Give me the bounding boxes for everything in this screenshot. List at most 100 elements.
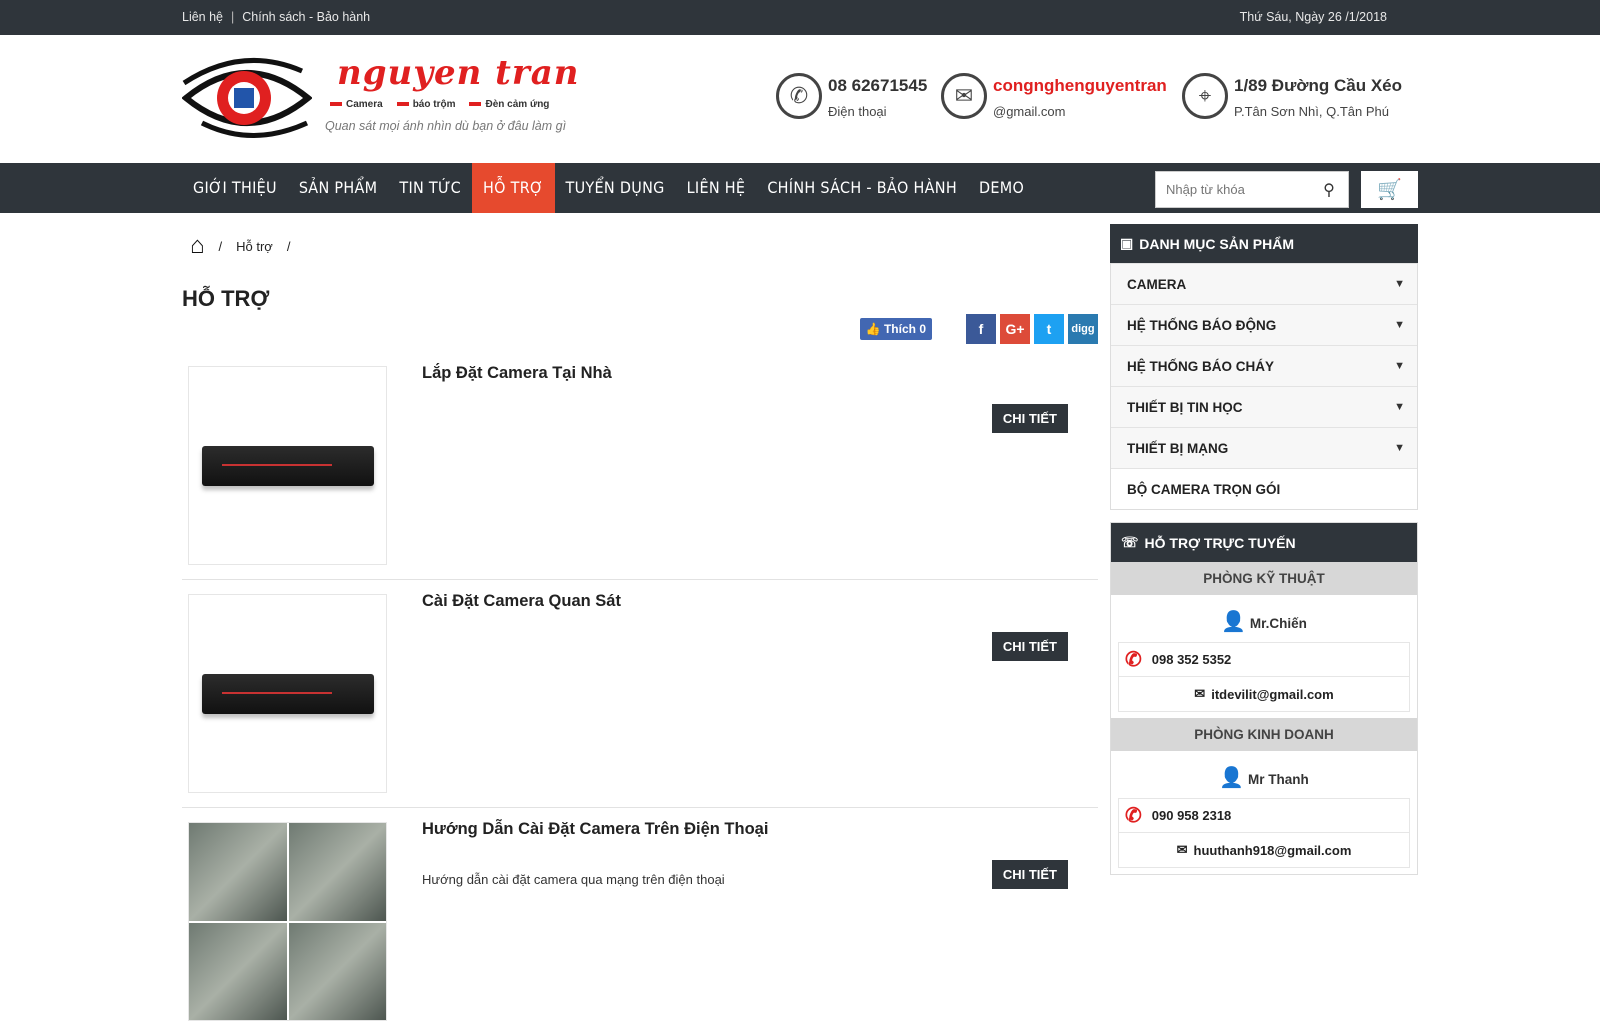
category-mang[interactable]: THIẾT BỊ MẠNG ▼ <box>1111 427 1417 468</box>
mail-icon: ✉ <box>941 73 987 119</box>
brand-slogan: Quan sát mọi ánh nhìn dù bạn ở đâu làm g… <box>325 119 567 133</box>
post-thumbnail[interactable] <box>188 822 387 1021</box>
sidebar: ▣ DANH MỤC SẢN PHẨM CAMERA ▼ HỆ THỐNG BÁO… <box>1110 224 1418 875</box>
support-person: 👤 Mr Thanh <box>1111 751 1417 798</box>
post-thumbnail[interactable] <box>188 366 387 565</box>
like-count: 0 <box>919 322 926 336</box>
search-icon[interactable]: ⚲ <box>1311 180 1347 200</box>
post-title[interactable]: Lắp Đặt Camera Tại Nhà <box>422 364 612 383</box>
dvr-image <box>201 445 374 486</box>
post-list: Lắp Đặt Camera Tại Nhà CHI TIẾT Cài Đặt … <box>182 352 1098 1036</box>
phone-label: Điện thoại <box>828 104 887 119</box>
caret-down-icon[interactable]: ▼ <box>1394 278 1405 290</box>
home-icon[interactable]: ⌂ <box>190 232 205 260</box>
caret-down-icon[interactable]: ▼ <box>1394 442 1405 454</box>
nav-item-tin-tuc[interactable]: TIN TỨC <box>388 163 472 213</box>
current-date: Thứ Sáu, Ngày 26 /1/2018 <box>1239 10 1387 24</box>
post-title[interactable]: Hướng Dẫn Cài Đặt Camera Trên Điện Thoại <box>422 820 768 839</box>
category-label: HỆ THỐNG BÁO ĐỘNG <box>1127 317 1277 333</box>
dvr-image <box>201 673 374 714</box>
breadcrumb-current[interactable]: Hỗ trợ <box>236 239 273 254</box>
email-user[interactable]: congnghenguyentran <box>993 76 1167 96</box>
support-header: ☏ HỖ TRỢ TRỰC TUYẾN <box>1111 523 1417 562</box>
person-name: Mr.Chiến <box>1249 616 1307 631</box>
support-phone[interactable]: ✆ 090 958 2318 <box>1118 798 1410 833</box>
category-bao-dong[interactable]: HỆ THỐNG BÁO ĐỘNG ▼ <box>1111 304 1417 345</box>
facebook-like-button[interactable]: 👍 Thích 0 <box>859 318 932 340</box>
google-plus-share-icon[interactable]: G+ <box>1000 314 1030 344</box>
caret-down-icon[interactable]: ▼ <box>1394 319 1405 331</box>
nav-item-tuyen-dung[interactable]: TUYỂN DỤNG <box>555 163 676 213</box>
contact-email: ✉ congnghenguyentran @gmail.com <box>941 73 1167 119</box>
support-phone[interactable]: ✆ 098 352 5352 <box>1118 642 1410 677</box>
detail-button[interactable]: CHI TIẾT <box>991 860 1068 889</box>
nav-item-lien-he[interactable]: LIÊN HỆ <box>676 163 757 213</box>
camera-grid-image <box>189 823 386 1020</box>
post-excerpt: Hướng dẫn cài đặt camera qua mạng trên đ… <box>422 872 725 887</box>
category-tin-hoc[interactable]: THIẾT BỊ TIN HỌC ▼ <box>1111 386 1417 427</box>
contact-link[interactable]: Liên hệ <box>182 10 223 24</box>
category-list: CAMERA ▼ HỆ THỐNG BÁO ĐỘNG ▼ HỆ THỐNG BÁO … <box>1110 263 1418 510</box>
support-email[interactable]: ✉ huuthanh918@gmail.com <box>1118 833 1410 868</box>
nav-item-gioi-thieu[interactable]: GIỚI THIỆU <box>182 163 288 213</box>
category-label: BỘ CAMERA TRỌN GÓI <box>1127 481 1281 497</box>
twitter-share-icon[interactable]: t <box>1034 314 1064 344</box>
category-camera[interactable]: CAMERA ▼ <box>1111 263 1417 304</box>
nav-item-ho-tro[interactable]: HỖ TRỢ <box>472 163 555 213</box>
digg-share-icon[interactable]: digg <box>1068 314 1098 344</box>
like-label: Thích <box>883 322 916 336</box>
online-support: ☏ HỖ TRỢ TRỰC TUYẾN PHÒNG KỸ THUẬT 👤 Mr.… <box>1110 522 1418 875</box>
department-name: PHÒNG KINH DOANH <box>1111 718 1417 751</box>
cart-button[interactable]: 🛒 <box>1361 171 1418 208</box>
location-icon: ⌖ <box>1182 73 1228 119</box>
mail-icon: ✉ <box>1194 686 1206 701</box>
facebook-share-icon[interactable]: f <box>966 314 996 344</box>
brand-tag: Camera <box>330 99 383 110</box>
caret-down-icon[interactable]: ▼ <box>1394 401 1405 413</box>
main-nav: GIỚI THIỆU SẢN PHẨM TIN TỨC HỖ TRỢ TUYỂN… <box>0 163 1600 213</box>
address-district: P.Tân Sơn Nhì, Q.Tân Phú <box>1234 104 1389 119</box>
user-icon: 👤 <box>1221 611 1247 633</box>
post-item: Cài Đặt Camera Quan Sát CHI TIẾT <box>182 580 1098 808</box>
post-thumbnail[interactable] <box>188 594 387 793</box>
page-title: HỖ TRỢ <box>182 286 270 311</box>
main-content: ⌂ / Hỗ trợ / HỖ TRỢ 👍 Thích 0 f G+ t dig… <box>182 222 1098 1036</box>
category-tron-goi[interactable]: BỘ CAMERA TRỌN GÓI <box>1111 468 1417 509</box>
categories-title: DANH MỤC SẢN PHẨM <box>1139 235 1295 252</box>
post-title[interactable]: Cài Đặt Camera Quan Sát <box>422 592 621 611</box>
nav-item-chinh-sach[interactable]: CHÍNH SÁCH - BẢO HÀNH <box>756 163 968 213</box>
support-title: HỖ TRỢ TRỰC TUYẾN <box>1144 534 1296 551</box>
categories-header: ▣ DANH MỤC SẢN PHẨM <box>1110 224 1418 263</box>
post-item: Hướng Dẫn Cài Đặt Camera Trên Điện Thoại… <box>182 808 1098 1036</box>
divider: | <box>231 10 235 24</box>
email-domain: @gmail.com <box>993 104 1066 119</box>
policy-link[interactable]: Chính sách - Bảo hành <box>242 10 370 24</box>
nav-item-demo[interactable]: DEMO <box>968 163 1035 213</box>
cart-icon: 🛒 <box>1377 179 1402 201</box>
phone-icon: ✆ <box>1125 649 1142 671</box>
email-address: huuthanh918@gmail.com <box>1193 842 1352 858</box>
caret-down-icon[interactable]: ▼ <box>1394 360 1405 372</box>
phone-number: 098 352 5352 <box>1151 652 1232 667</box>
support-email[interactable]: ✉ itdevilit@gmail.com <box>1118 677 1410 712</box>
department-name: PHÒNG KỸ THUẬT <box>1111 562 1417 595</box>
breadcrumb: ⌂ / Hỗ trợ / <box>190 232 1098 260</box>
logo[interactable]: nguyen tran Camera báo trộm Đèn cảm ứng … <box>181 53 602 153</box>
mail-icon: ✉ <box>1176 842 1188 857</box>
post-item: Lắp Đặt Camera Tại Nhà CHI TIẾT <box>182 352 1098 580</box>
detail-button[interactable]: CHI TIẾT <box>991 632 1068 661</box>
user-icon: 👤 <box>1219 767 1245 789</box>
search-box: ⚲ <box>1155 171 1349 208</box>
headset-icon: ☏ <box>1121 534 1139 550</box>
search-input[interactable] <box>1156 182 1311 197</box>
breadcrumb-sep: / <box>286 238 291 254</box>
camera-icon: ▣ <box>1120 235 1134 251</box>
site-header: nguyen tran Camera báo trộm Đèn cảm ứng … <box>0 35 1600 163</box>
detail-button[interactable]: CHI TIẾT <box>991 404 1068 433</box>
share-bar: 👍 Thích 0 f G+ t digg <box>859 314 1098 344</box>
support-person: 👤 Mr.Chiến <box>1111 595 1417 642</box>
category-bao-chay[interactable]: HỆ THỐNG BÁO CHÁY ▼ <box>1111 345 1417 386</box>
brand-tag: báo trộm <box>397 99 456 110</box>
top-bar: Liên hệ | Chính sách - Bảo hành Thứ Sáu,… <box>0 0 1600 35</box>
nav-item-san-pham[interactable]: SẢN PHẨM <box>288 163 389 213</box>
